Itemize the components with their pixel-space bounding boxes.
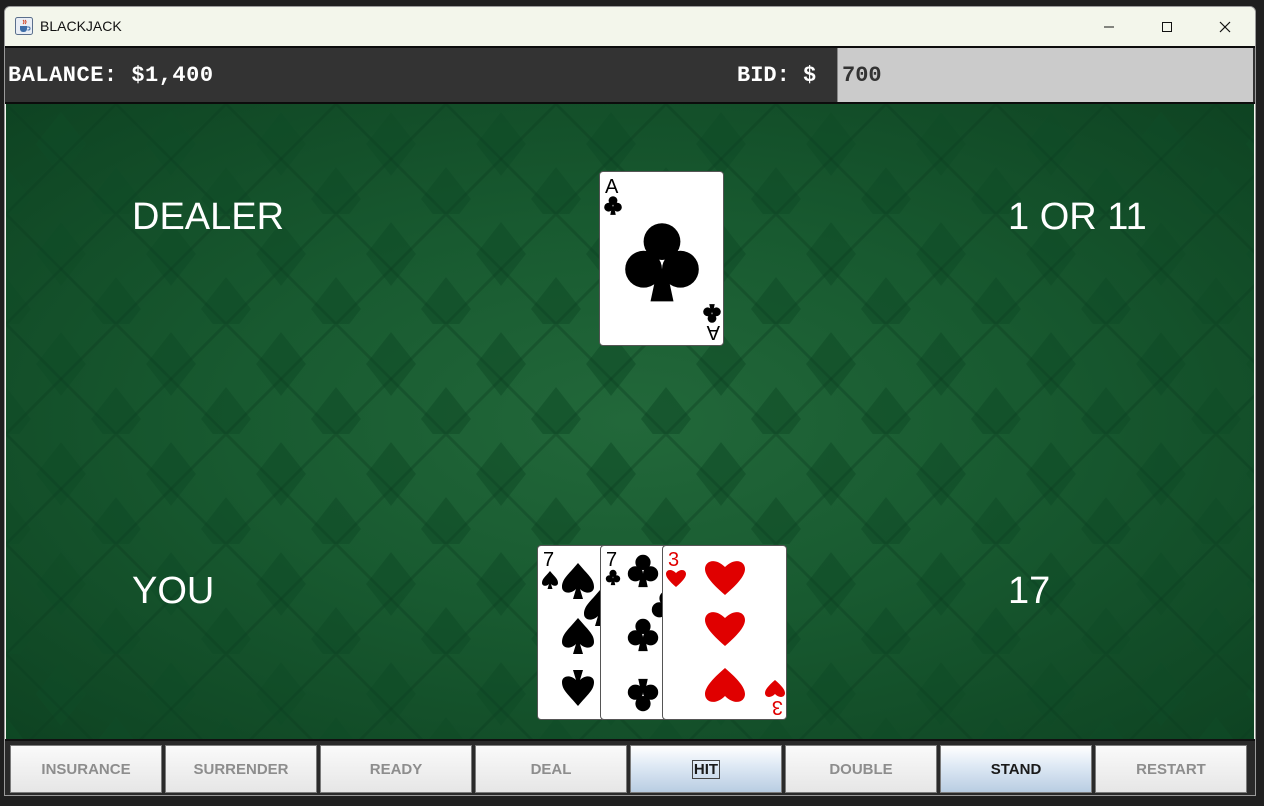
maximize-icon	[1162, 21, 1172, 32]
card-rank: 7	[606, 549, 617, 571]
bid-label: BID: $	[737, 63, 817, 88]
card-rank: 3	[772, 696, 783, 718]
card-rank: 7	[543, 549, 554, 571]
window-title: BLACKJACK	[40, 18, 122, 34]
card-table: DEALER 1 OR 11 YOU 17 A A 7 7 3 3	[6, 104, 1254, 739]
minimize-button[interactable]	[1080, 7, 1138, 46]
blackjack-window: BLACKJACK BALANCE: $1,400 BID: $ 700 DEA…	[4, 6, 1256, 796]
spade-icon	[562, 670, 594, 706]
double-button[interactable]: DOUBLE	[785, 745, 937, 793]
surrender-button[interactable]: SURRENDER	[165, 745, 317, 793]
card-rank: 3	[668, 549, 679, 571]
heart-icon	[765, 680, 785, 697]
spade-icon	[562, 618, 594, 654]
club-icon	[604, 196, 622, 215]
player-card-3-of-hearts: 3 3	[662, 545, 787, 720]
player-label: YOU	[132, 570, 215, 612]
heart-icon	[705, 612, 745, 646]
minimize-icon	[1104, 26, 1114, 27]
spade-icon	[542, 571, 558, 589]
status-bar: BALANCE: $1,400 BID: $	[5, 46, 1255, 104]
hit-button[interactable]: HIT	[630, 745, 782, 793]
heart-icon	[666, 570, 686, 587]
close-button[interactable]	[1196, 7, 1254, 46]
insurance-button[interactable]: INSURANCE	[10, 745, 162, 793]
spade-icon	[562, 563, 594, 599]
bid-input[interactable]	[837, 48, 1253, 102]
heart-icon	[705, 561, 745, 595]
balance-display: BALANCE: $1,400	[8, 63, 214, 88]
dealer-score: 1 OR 11	[1008, 196, 1147, 238]
ready-button[interactable]: READY	[320, 745, 472, 793]
java-cup-icon	[15, 17, 33, 35]
stand-button[interactable]: STAND	[940, 745, 1092, 793]
card-rank: A	[605, 176, 619, 198]
club-icon	[627, 554, 659, 588]
heart-icon	[705, 668, 745, 702]
dealer-card-ace-of-clubs: A A	[599, 171, 724, 346]
deal-button[interactable]: DEAL	[475, 745, 627, 793]
club-icon	[625, 223, 699, 302]
restart-button[interactable]: RESTART	[1095, 745, 1247, 793]
dealer-label: DEALER	[132, 196, 285, 238]
player-score: 17	[1008, 570, 1051, 612]
close-icon	[1219, 21, 1231, 32]
title-bar: BLACKJACK	[5, 7, 1255, 46]
club-icon	[605, 569, 621, 586]
card-rank: A	[706, 321, 720, 343]
club-icon	[703, 304, 721, 323]
maximize-button[interactable]	[1138, 7, 1196, 46]
club-icon	[627, 678, 659, 712]
club-icon	[627, 618, 659, 652]
action-bar: INSURANCE SURRENDER READY DEAL HIT DOUBL…	[5, 739, 1255, 795]
